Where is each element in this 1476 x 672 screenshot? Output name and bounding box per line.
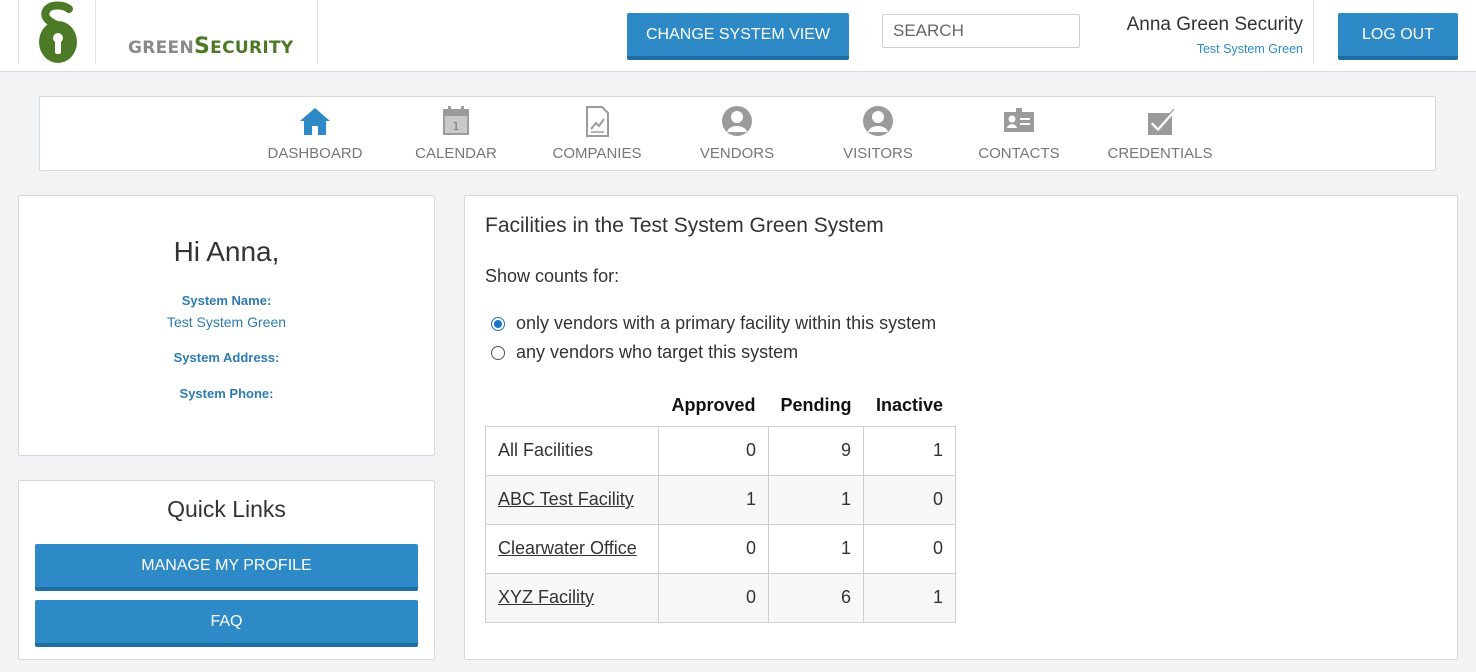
home-icon bbox=[300, 108, 330, 135]
logo-wordmark[interactable]: GREENSECURITY bbox=[96, 0, 318, 64]
inactive-count: 1 bbox=[863, 572, 956, 623]
pending-count: 1 bbox=[768, 523, 864, 574]
facility-name-cell: XYZ Facility bbox=[485, 572, 659, 623]
radio-primary-facility[interactable]: only vendors with a primary facility wit… bbox=[491, 313, 936, 334]
facility-name-cell: Clearwater Office bbox=[485, 523, 659, 574]
nav-dashboard[interactable]: DASHBOARD bbox=[255, 97, 375, 170]
user-system-link[interactable]: Test System Green bbox=[1197, 42, 1303, 56]
profile-panel: Hi Anna, System Name: Test System Green … bbox=[18, 195, 435, 456]
nav-calendar[interactable]: 1 CALENDAR bbox=[396, 97, 516, 170]
document-chart-icon bbox=[586, 106, 609, 137]
inactive-count: 1 bbox=[863, 425, 956, 476]
logo-s-icon bbox=[39, 1, 77, 63]
nav-credentials-label: CREDENTIALS bbox=[1107, 145, 1213, 162]
person-icon bbox=[863, 106, 893, 136]
radio-button[interactable] bbox=[491, 345, 505, 360]
facilities-panel: Facilities in the Test System Green Syst… bbox=[464, 195, 1458, 660]
change-system-view-button[interactable]: CHANGE SYSTEM VIEW bbox=[627, 13, 849, 60]
facility-link[interactable]: ABC Test Facility bbox=[498, 489, 634, 509]
facility-name: All Facilities bbox=[485, 425, 659, 476]
table-row: XYZ Facility 0 6 1 bbox=[485, 572, 956, 623]
id-card-icon bbox=[1004, 108, 1034, 132]
nav-visitors[interactable]: VISITORS bbox=[818, 97, 938, 170]
facility-link[interactable]: Clearwater Office bbox=[498, 538, 637, 558]
person-icon bbox=[722, 106, 752, 136]
inactive-count: 0 bbox=[863, 523, 956, 574]
column-header-inactive: Inactive bbox=[875, 395, 944, 416]
approved-count: 0 bbox=[658, 425, 769, 476]
nav-companies[interactable]: COMPANIES bbox=[537, 97, 657, 170]
system-address-label: System Address: bbox=[173, 350, 280, 365]
column-header-pending: Pending bbox=[780, 395, 852, 416]
system-name-value: Test System Green bbox=[166, 314, 287, 330]
radio-button-selected[interactable] bbox=[491, 316, 505, 331]
nav-vendors[interactable]: VENDORS bbox=[677, 97, 797, 170]
logo-text: GREENSECURITY bbox=[128, 34, 293, 59]
column-header-approved: Approved bbox=[671, 395, 756, 416]
greeting: Hi Anna, bbox=[173, 236, 280, 267]
radio-primary-facility-label: only vendors with a primary facility wit… bbox=[516, 313, 937, 333]
logo-text-green: GREEN bbox=[128, 38, 194, 58]
nav-vendors-label: VENDORS bbox=[699, 145, 775, 162]
checkmark-icon bbox=[1148, 108, 1176, 135]
table-row: ABC Test Facility 1 1 0 bbox=[485, 474, 956, 525]
search-input[interactable] bbox=[882, 14, 1080, 48]
pending-count: 9 bbox=[768, 425, 864, 476]
logout-button[interactable]: LOG OUT bbox=[1338, 13, 1458, 60]
top-header: GREENSECURITY CHANGE SYSTEM VIEW Anna Gr… bbox=[0, 0, 1476, 72]
pending-count: 6 bbox=[768, 572, 864, 623]
facility-link[interactable]: XYZ Facility bbox=[498, 587, 594, 607]
radio-any-vendors[interactable]: any vendors who target this system bbox=[491, 342, 798, 363]
nav-contacts-label: CONTACTS bbox=[978, 145, 1060, 162]
column-header-facility bbox=[486, 386, 659, 426]
table-row: Clearwater Office 0 1 0 bbox=[485, 523, 956, 574]
system-phone-label: System Phone: bbox=[179, 386, 274, 401]
nav-companies-label: COMPANIES bbox=[552, 145, 642, 162]
logo-emblem[interactable] bbox=[18, 0, 96, 64]
quick-links-title: Quick Links bbox=[167, 496, 286, 522]
pending-count: 1 bbox=[768, 474, 864, 525]
facilities-title: Facilities in the Test System Green Syst… bbox=[485, 214, 884, 237]
facilities-table: Approved Pending Inactive All Facilities… bbox=[485, 386, 956, 623]
approved-count: 0 bbox=[658, 523, 769, 574]
faq-button[interactable]: FAQ bbox=[35, 600, 418, 647]
nav-contacts[interactable]: CONTACTS bbox=[959, 97, 1079, 170]
table-row: All Facilities 0 9 1 bbox=[485, 425, 956, 476]
quick-links-panel: Quick Links MANAGE MY PROFILE FAQ bbox=[18, 480, 435, 660]
facility-name-cell: ABC Test Facility bbox=[485, 474, 659, 525]
table-header-row: Approved Pending Inactive bbox=[486, 386, 956, 426]
header-divider bbox=[1313, 0, 1314, 64]
system-name-label: System Name: bbox=[181, 293, 272, 308]
calendar-day: 1 bbox=[453, 120, 460, 133]
main-nav: DASHBOARD 1 CALENDAR COMPANIES VENDORS V… bbox=[39, 96, 1436, 171]
show-counts-label: Show counts for: bbox=[485, 266, 620, 286]
calendar-icon: 1 bbox=[443, 106, 469, 135]
inactive-count: 0 bbox=[863, 474, 956, 525]
nav-visitors-label: VISITORS bbox=[843, 145, 913, 162]
manage-my-profile-button[interactable]: MANAGE MY PROFILE bbox=[35, 544, 418, 591]
logo-text-security: ECURITY bbox=[210, 38, 294, 58]
nav-dashboard-label: DASHBOARD bbox=[267, 145, 363, 162]
user-name: Anna Green Security bbox=[1126, 14, 1303, 35]
approved-count: 0 bbox=[658, 572, 769, 623]
logo-text-s: S bbox=[194, 34, 211, 59]
approved-count: 1 bbox=[658, 474, 769, 525]
radio-any-vendors-label: any vendors who target this system bbox=[516, 342, 799, 362]
nav-calendar-label: CALENDAR bbox=[415, 145, 497, 162]
nav-credentials[interactable]: CREDENTIALS bbox=[1100, 97, 1220, 170]
